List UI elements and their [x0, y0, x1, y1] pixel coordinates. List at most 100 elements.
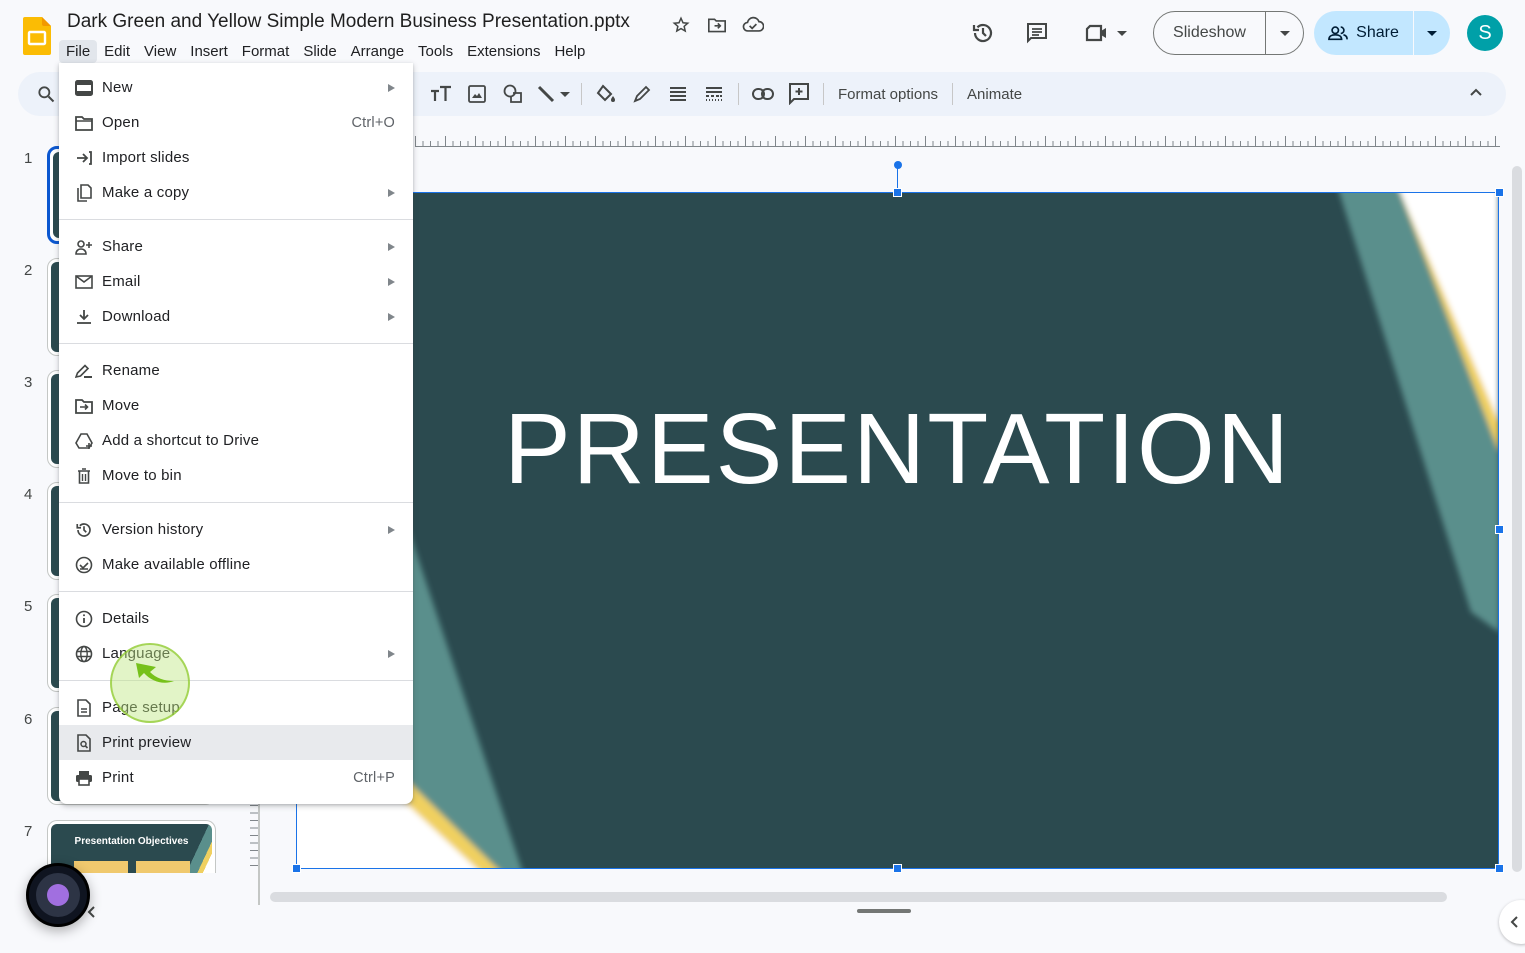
insert-link-icon[interactable] — [745, 76, 781, 112]
insert-image-icon[interactable] — [459, 76, 495, 112]
menu-item-version-history[interactable]: Version history — [59, 512, 413, 547]
toolbar-divider — [738, 83, 739, 105]
info-icon — [75, 610, 93, 628]
share-button[interactable]: Share — [1314, 11, 1450, 55]
version-history-icon[interactable] — [970, 20, 996, 46]
cloud-saved-icon[interactable] — [742, 14, 764, 36]
menu-item-label: Make a copy — [102, 184, 190, 201]
copy-icon — [75, 183, 93, 202]
menu-item-move[interactable]: Move — [59, 388, 413, 423]
menu-tools[interactable]: Tools — [411, 40, 460, 63]
resize-handle-top[interactable] — [893, 188, 902, 197]
collapse-filmstrip-icon[interactable] — [86, 905, 96, 924]
share-dropdown[interactable] — [1414, 30, 1450, 36]
resize-handle-top-right[interactable] — [1495, 188, 1504, 197]
menu-item-download[interactable]: Download — [59, 299, 413, 334]
import-icon — [75, 149, 93, 167]
search-menus-icon[interactable] — [36, 84, 56, 109]
menu-item-label: New — [102, 79, 133, 96]
shape-icon[interactable] — [495, 76, 531, 112]
slideshow-label[interactable]: Slideshow — [1154, 12, 1266, 54]
menu-item-details[interactable]: Details — [59, 601, 413, 636]
menu-item-label: Add a shortcut to Drive — [102, 432, 260, 449]
slide-number: 7 — [24, 823, 33, 840]
format-options-button[interactable]: Format options — [830, 86, 946, 103]
menu-format[interactable]: Format — [235, 40, 297, 63]
chevron-down-icon — [1427, 30, 1437, 36]
menu-file[interactable]: File — [59, 39, 98, 63]
slides-logo-icon[interactable] — [23, 17, 51, 55]
menu-item-print[interactable]: Print Ctrl+P — [59, 760, 413, 795]
slideshow-button[interactable]: Slideshow — [1153, 11, 1304, 55]
globe-icon — [75, 645, 93, 663]
slide-number: 3 — [24, 374, 33, 391]
line-icon[interactable] — [531, 76, 575, 112]
menu-item-email[interactable]: Email — [59, 264, 413, 299]
resize-handle-bottom-right[interactable] — [1495, 864, 1504, 873]
slide-number: 2 — [24, 262, 33, 279]
comments-icon[interactable] — [1024, 20, 1050, 46]
horizontal-ruler[interactable] — [415, 133, 1500, 147]
history-icon — [75, 521, 93, 539]
share-label: Share — [1356, 24, 1399, 41]
slide-title[interactable]: PRESENTATION — [296, 392, 1499, 507]
vertical-scrollbar[interactable] — [1512, 166, 1522, 872]
slideshow-dropdown[interactable] — [1266, 30, 1303, 36]
menu-item-label: Make available offline — [102, 556, 251, 573]
meet-icon[interactable] — [1084, 20, 1128, 46]
menu-item-language[interactable]: Language — [59, 636, 413, 671]
menu-insert[interactable]: Insert — [183, 40, 235, 63]
menu-separator — [59, 219, 413, 220]
speaker-notes-handle[interactable] — [857, 909, 911, 913]
rotate-handle[interactable] — [894, 161, 902, 169]
menu-extensions[interactable]: Extensions — [460, 40, 547, 63]
add-comment-icon[interactable] — [781, 76, 817, 112]
email-icon — [75, 273, 93, 291]
toolbar-divider — [952, 83, 954, 105]
menu-item-share[interactable]: Share — [59, 229, 413, 264]
menu-help[interactable]: Help — [547, 40, 592, 63]
menu-view[interactable]: View — [137, 40, 183, 63]
menu-arrange[interactable]: Arrange — [344, 40, 411, 63]
menu-item-label: Open — [102, 114, 140, 131]
fill-color-icon[interactable] — [588, 76, 624, 112]
submenu-arrow-icon — [388, 649, 395, 658]
star-icon[interactable] — [670, 14, 692, 36]
account-avatar[interactable]: S — [1467, 15, 1503, 51]
border-weight-icon[interactable] — [660, 76, 696, 112]
menu-item-label: Email — [102, 273, 141, 290]
menu-item-add-a-shortcut-to-drive[interactable]: Add a shortcut to Drive — [59, 423, 413, 458]
side-panel-toggle[interactable] — [1499, 900, 1525, 944]
resize-handle-right[interactable] — [1495, 525, 1504, 534]
recording-widget[interactable] — [26, 863, 90, 927]
menu-edit[interactable]: Edit — [97, 40, 137, 63]
document-title[interactable]: Dark Green and Yellow Simple Modern Busi… — [67, 11, 630, 33]
slide[interactable]: PRESENTATION — [296, 192, 1499, 869]
menu-item-label: Move to bin — [102, 467, 182, 484]
menu-separator — [59, 591, 413, 592]
toolbar-divider — [581, 83, 582, 105]
animate-button[interactable]: Animate — [959, 86, 1030, 103]
slide-7-box — [74, 861, 128, 873]
resize-handle-bottom-left[interactable] — [292, 864, 301, 873]
slide-thumbnail-7[interactable]: Presentation Objectives — [47, 820, 216, 873]
menu-item-make-a-copy[interactable]: Make a copy — [59, 175, 413, 210]
menubar: File Edit View Insert Format Slide Arran… — [59, 38, 592, 64]
horizontal-scrollbar[interactable] — [270, 892, 1447, 902]
chevron-left-icon — [1510, 916, 1518, 928]
menu-item-make-available-offline[interactable]: Make available offline — [59, 547, 413, 582]
menu-item-print-preview[interactable]: Print preview — [59, 725, 413, 760]
menu-item-rename[interactable]: Rename — [59, 353, 413, 388]
menu-item-move-to-bin[interactable]: Move to bin — [59, 458, 413, 493]
menu-item-open[interactable]: Open Ctrl+O — [59, 105, 413, 140]
menu-item-new[interactable]: New — [59, 70, 413, 105]
chevron-up-icon[interactable] — [1468, 84, 1484, 105]
border-dash-icon[interactable] — [696, 76, 732, 112]
click-indicator — [110, 643, 190, 723]
menu-slide[interactable]: Slide — [296, 40, 343, 63]
move-to-folder-icon[interactable] — [706, 14, 728, 36]
menu-item-import-slides[interactable]: Import slides — [59, 140, 413, 175]
text-box-icon[interactable] — [423, 76, 459, 112]
resize-handle-bottom[interactable] — [893, 864, 902, 873]
border-color-icon[interactable] — [624, 76, 660, 112]
